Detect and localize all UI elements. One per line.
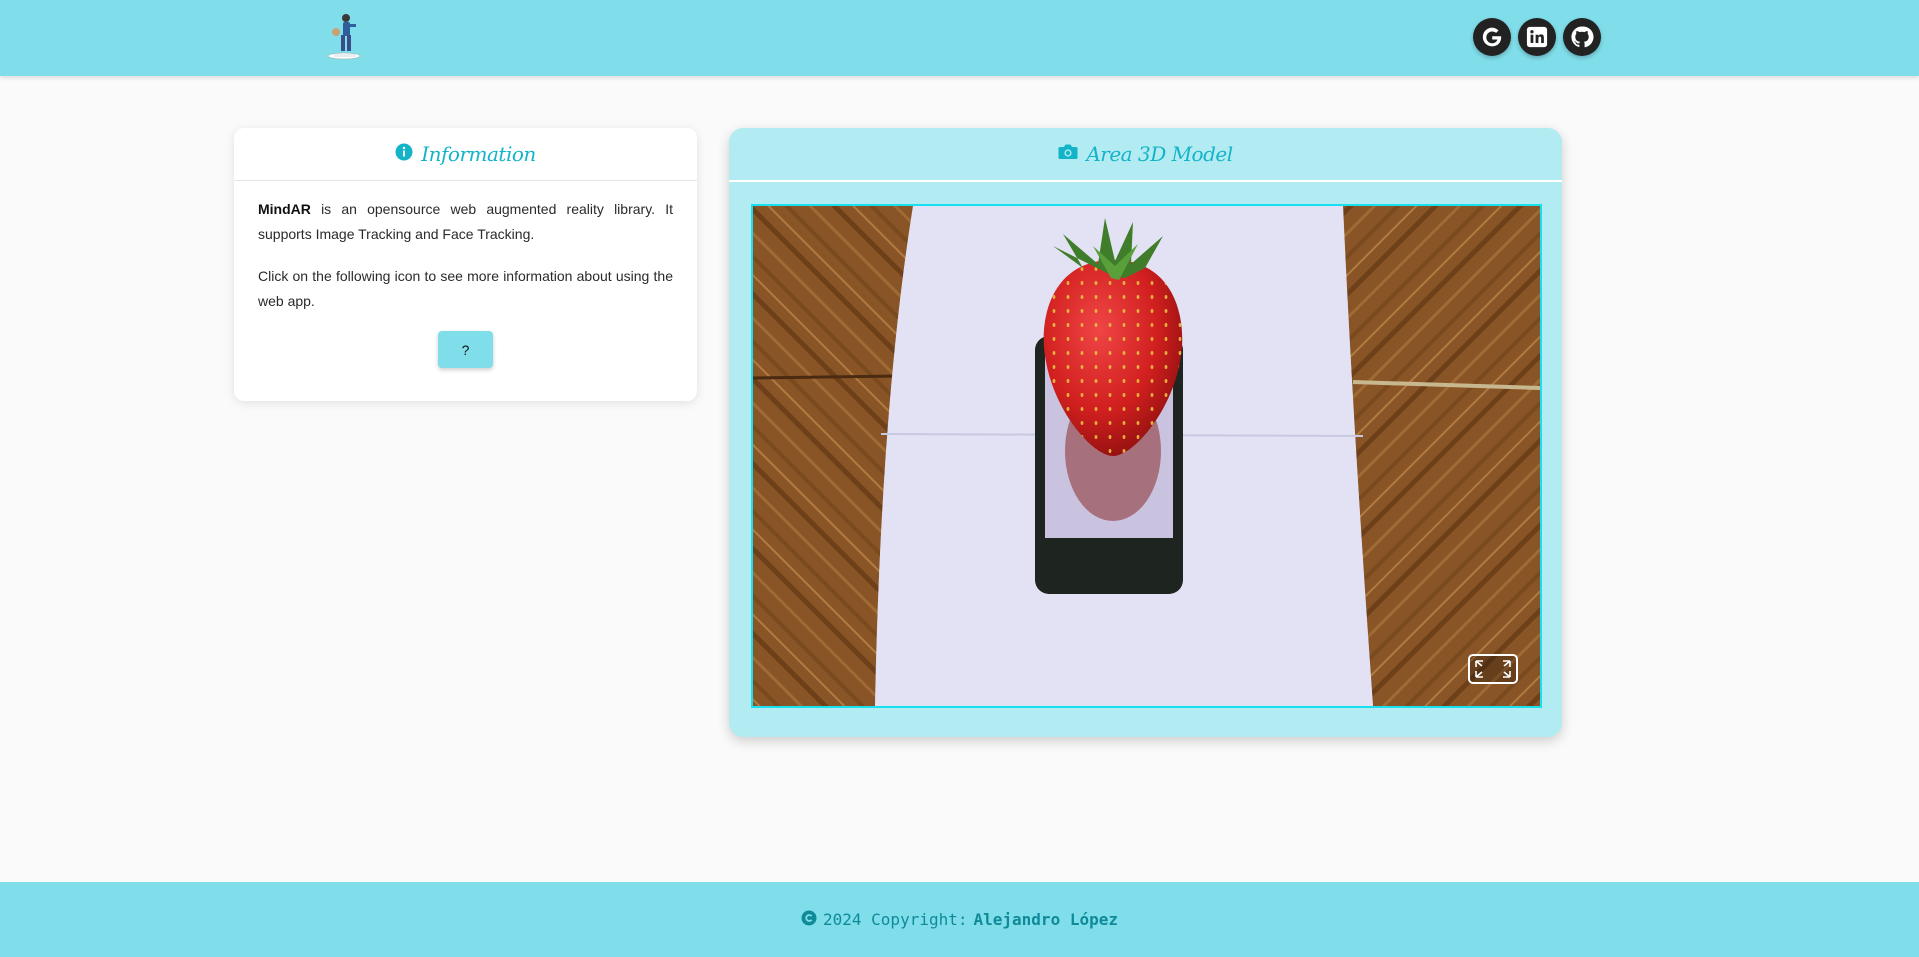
intro-text: is an opensource web augmented reality l… xyxy=(258,201,673,242)
google-icon[interactable] xyxy=(1473,18,1511,56)
area-3d-model-header: Area 3D Model xyxy=(729,128,1562,182)
intro-paragraph: MindAR is an opensource web augmented re… xyxy=(258,197,673,247)
page-footer: 2024 Copyright: Alejandro López xyxy=(0,882,1919,957)
skater-logo-icon[interactable] xyxy=(324,12,370,62)
information-card-header: Information xyxy=(234,128,697,181)
fullscreen-icon[interactable] xyxy=(1468,654,1518,684)
copyright-icon xyxy=(801,910,817,930)
ar-camera-viewport[interactable] xyxy=(751,204,1542,708)
author-name: Alejandro López xyxy=(973,910,1119,929)
information-title: Information xyxy=(421,142,536,166)
help-paragraph: Click on the following icon to see more … xyxy=(258,268,673,309)
area-3d-model-title: Area 3D Model xyxy=(1086,142,1233,166)
information-body: MindAR is an opensource web augmented re… xyxy=(234,181,697,314)
github-icon[interactable] xyxy=(1563,18,1601,56)
area-3d-model-card: Area 3D Model xyxy=(729,128,1562,737)
linkedin-icon[interactable] xyxy=(1518,18,1556,56)
info-circle-icon xyxy=(395,143,413,166)
help-button[interactable]: ? xyxy=(438,331,493,368)
strawberry-3d-model-on-phone xyxy=(753,206,1540,706)
copyright-text: 2024 Copyright: xyxy=(823,910,968,929)
mindar-brand: MindAR xyxy=(258,201,311,217)
camera-icon xyxy=(1058,143,1078,165)
information-card: Information MindAR is an opensource web … xyxy=(234,128,697,401)
top-navbar xyxy=(0,0,1919,76)
